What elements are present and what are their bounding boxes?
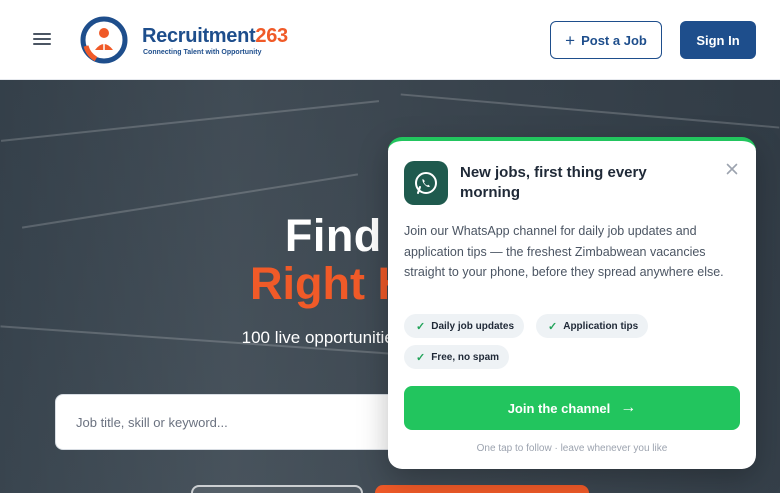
popup-description: Join our WhatsApp channel for daily job …: [404, 224, 724, 279]
brand-word: Recruitment: [142, 25, 256, 47]
join-channel-button[interactable]: Join the channel →: [404, 386, 740, 430]
feature-chip: ✓ Application tips: [536, 314, 649, 338]
feature-chip: ✓ Free, no spam: [404, 345, 510, 369]
check-icon: ✓: [548, 320, 558, 333]
brand-number: 263: [255, 25, 288, 47]
menu-icon[interactable]: [33, 33, 51, 47]
background-light-streak: [0, 100, 380, 142]
check-icon: ✓: [416, 351, 426, 364]
site-header: Recruitment263 Connecting Talent with Op…: [0, 0, 780, 80]
close-icon[interactable]: [724, 161, 740, 177]
feature-chip: ✓ Daily job updates: [404, 314, 525, 338]
sign-in-label: Sign In: [696, 32, 740, 48]
whatsapp-icon: [404, 161, 448, 205]
hero-secondary-button[interactable]: [191, 485, 363, 493]
post-job-button[interactable]: + Post a Job: [550, 21, 662, 59]
post-job-label: Post a Job: [581, 32, 647, 48]
check-icon: ✓: [416, 320, 426, 333]
popup-footnote: One tap to follow · leave whenever you l…: [476, 443, 668, 454]
brand-logo[interactable]: Recruitment263 Connecting Talent with Op…: [80, 16, 310, 64]
background-light-streak: [400, 93, 780, 129]
feature-chip-label: Application tips: [563, 320, 639, 332]
whatsapp-channel-popup: New jobs, first thing every morning Join…: [388, 137, 756, 469]
brand-tagline: Connecting Talent with Opportunity: [143, 49, 262, 56]
popup-title: New jobs, first thing every morning: [460, 164, 647, 201]
feature-chip-label: Daily job updates: [431, 320, 515, 332]
feature-chip-label: Free, no spam: [431, 351, 500, 363]
logo-mark-icon: [80, 16, 128, 64]
sign-in-button[interactable]: Sign In: [680, 21, 756, 59]
arrow-right-icon: →: [620, 399, 637, 416]
plus-icon: +: [565, 30, 576, 50]
hero-primary-button[interactable]: [375, 485, 589, 493]
join-channel-label: Join the channel: [507, 400, 611, 416]
brand-name: Recruitment263: [142, 25, 288, 48]
